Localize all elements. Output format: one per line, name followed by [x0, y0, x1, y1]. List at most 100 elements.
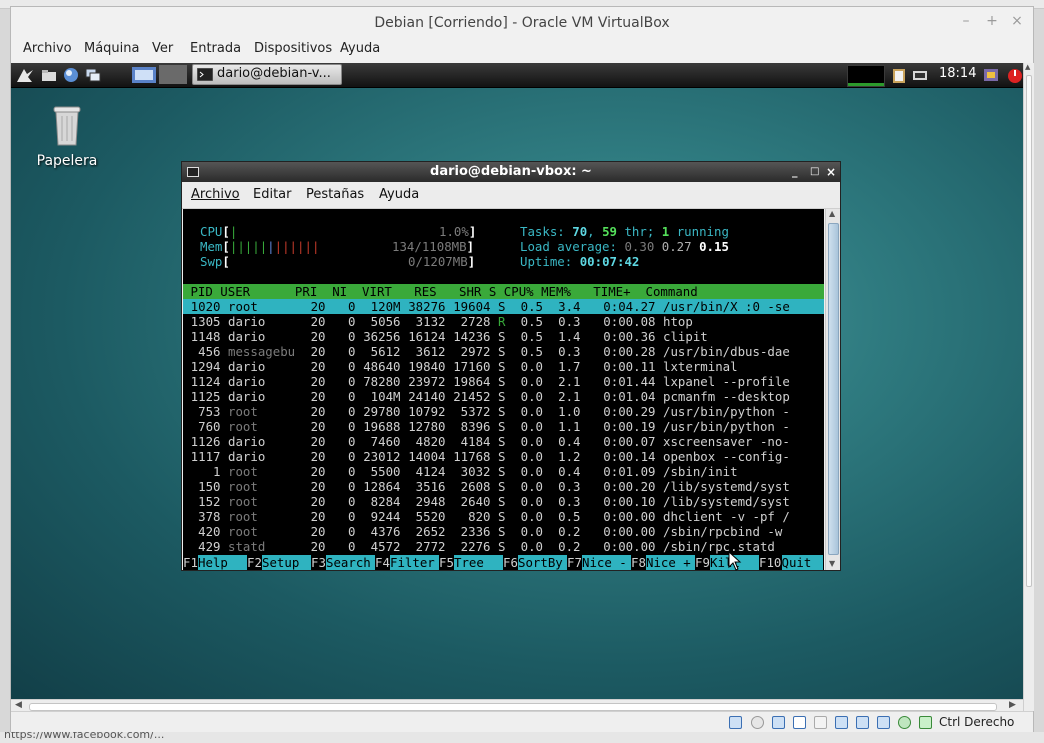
fkey-label-f4[interactable]: Filter: [390, 555, 439, 570]
mouse-integration-icon[interactable]: [919, 716, 932, 729]
terminal-window[interactable]: dario@debian-vbox: ~ _ □ × Archivo Edita…: [181, 161, 841, 571]
fkey-label-f2[interactable]: Setup: [262, 555, 311, 570]
process-row[interactable]: 1126 dario 20 0 7460 4820 4184 S 0.0 0.4 0:00.07 xs…: [183, 434, 824, 449]
process-row[interactable]: 760 root 20 0 19688 12780 8396 S 0.0 1.1 0:00.19/u…: [183, 419, 824, 434]
cell-pri: 20: [310, 539, 326, 554]
usb-status-icon[interactable]: [877, 716, 890, 729]
process-row[interactable]: 1125 dario 20 0 104M 24140 21452 S 0.0 2.1 0:01.04…: [183, 389, 824, 404]
htop-screen[interactable]: CPU[| 1.0%] Mem[|||||||||||| 134/1108MB]…: [183, 209, 824, 570]
menu-dispositivos[interactable]: Dispositivos: [254, 41, 332, 56]
video-capture-icon[interactable]: [856, 716, 869, 729]
process-row[interactable]: 1124 dario 20 0 78280 23972 19864 S 0.0 2.1 0:01.4…: [183, 374, 824, 389]
terminal-close-icon[interactable]: ×: [826, 162, 836, 182]
fkey-f7[interactable]: F7: [567, 555, 582, 570]
fkey-f10[interactable]: F10: [759, 555, 781, 570]
terminal-menu-archivo[interactable]: Archivo: [191, 187, 240, 202]
fkey-f1[interactable]: F1: [183, 555, 198, 570]
process-row[interactable]: 1020 root 20 0 120M 38276 19604 S 0.5 3.4 0:04.27 /…: [183, 299, 824, 314]
minimize-button[interactable]: –: [957, 13, 975, 29]
browser-icon[interactable]: [61, 66, 81, 84]
audio-status-icon[interactable]: [772, 716, 785, 729]
menu-maquina[interactable]: Máquina: [84, 41, 140, 56]
process-row[interactable]: 753 root 20 0 29780 10792 5372 S 0.0 1.0 0:00.29/u…: [183, 404, 824, 419]
process-row[interactable]: 150 root 20 0 12864 3516 2608 S 0.0 0.3 0:00.20/li…: [183, 479, 824, 494]
scroll-up-icon[interactable]: ▲: [829, 209, 835, 218]
cell-s: S: [498, 509, 506, 524]
terminal-scrollbar[interactable]: ▲ ▼: [825, 209, 840, 570]
process-row[interactable]: 1294 dario 20 0 48640 19840 17160 S 0.0 1.7 0:00.1…: [183, 359, 824, 374]
lock-screen-icon[interactable]: [981, 66, 1001, 84]
close-button[interactable]: ×: [1008, 13, 1026, 29]
vertical-scrollbar[interactable]: ▲: [1023, 63, 1034, 711]
fkey-label-f7[interactable]: Nice -: [582, 555, 631, 570]
terminal-menu-editar[interactable]: Editar: [253, 187, 292, 202]
fkey-f8[interactable]: F8: [631, 555, 646, 570]
task-button-terminal[interactable]: dario@debian-v...: [192, 64, 342, 85]
scroll-up-icon-outer[interactable]: ▲: [1025, 63, 1030, 71]
scroll-down-icon[interactable]: ▼: [829, 559, 835, 568]
guest-screen[interactable]: dario@debian-v... 18:14 Papelera dario@d…: [11, 63, 1023, 699]
process-row[interactable]: 420 root 20 0 4376 2652 2336 S 0.0 0.2 0:00.00/sbi…: [183, 524, 824, 539]
process-row[interactable]: 456 messagebu 20 0 5612 3612 2972 S 0.5 0.3 0:00.2…: [183, 344, 824, 359]
windows-icon[interactable]: [83, 66, 103, 84]
start-menu-icon[interactable]: [15, 66, 35, 84]
fkey-label-f5[interactable]: Tree: [454, 555, 503, 570]
process-row[interactable]: 378 root 20 0 9244 5520 820 S 0.0 0.5 0:00.00 dhcli…: [183, 509, 824, 524]
terminal-minimize-icon[interactable]: _: [792, 162, 798, 182]
shared-folders-icon[interactable]: [814, 716, 827, 729]
process-row[interactable]: 1117 dario 20 0 23012 14004 11768 S 0.0 1.2 0:00.1…: [183, 449, 824, 464]
fkey-f5[interactable]: F5: [439, 555, 454, 570]
process-row[interactable]: 1305 dario 20 0 5056 3132 2728 R 0.5 0.3 0:00.08 ht…: [183, 314, 824, 329]
fkey-label-f8[interactable]: Nice +: [646, 555, 695, 570]
process-row[interactable]: 1 root 20 0 5500 4124 3032 S 0.0 0.4 0:01.09/sbin/…: [183, 464, 824, 479]
process-row[interactable]: 1148 dario 20 0 36256 16124 14236 S 0.5 1.4 0:00.3…: [183, 329, 824, 344]
network-status-icon[interactable]: [793, 716, 806, 729]
terminal-menu-pestanas[interactable]: Pestañas: [306, 187, 364, 202]
display-status-icon[interactable]: [835, 716, 848, 729]
menu-archivo[interactable]: Archivo: [23, 41, 72, 56]
cell-user: statd: [228, 539, 266, 554]
fkey-f6[interactable]: F6: [503, 555, 518, 570]
power-icon[interactable]: [1005, 66, 1023, 84]
guest-additions-icon[interactable]: [898, 716, 911, 729]
cpu-monitor-applet: [847, 65, 885, 87]
maximize-button[interactable]: +: [983, 13, 1001, 29]
file-manager-icon[interactable]: [39, 66, 59, 84]
desktop-pager-second[interactable]: [159, 65, 187, 84]
cell-mem: 0.3: [558, 344, 581, 359]
menu-ayuda[interactable]: Ayuda: [340, 41, 380, 56]
clipboard-icon[interactable]: [889, 66, 909, 84]
panel-clock[interactable]: 18:14: [939, 66, 976, 81]
fkey-f4[interactable]: F4: [375, 555, 390, 570]
fkey-label-f1[interactable]: Help: [198, 555, 247, 570]
process-row[interactable]: 152 root 20 0 8284 2948 2640 S 0.0 0.3 0:00.10/lib…: [183, 494, 824, 509]
network-icon[interactable]: [911, 66, 931, 84]
hdd-status-icon[interactable]: [729, 716, 742, 729]
scroll-right-icon[interactable]: ▶: [1009, 700, 1016, 710]
host-key-label: Ctrl Derecho: [939, 715, 1015, 729]
fkey-f2[interactable]: F2: [247, 555, 262, 570]
optical-drive-icon[interactable]: [751, 716, 764, 729]
terminal-maximize-icon[interactable]: □: [810, 162, 819, 182]
process-table-header[interactable]: PID USER PRI NI VIRT RES SHR S CPU% MEM%…: [183, 284, 824, 299]
terminal-window-icon[interactable]: [187, 167, 199, 177]
desktop-pager-icon[interactable]: [131, 66, 157, 84]
terminal-titlebar[interactable]: dario@debian-vbox: ~ _ □ ×: [182, 162, 840, 182]
scroll-left-icon[interactable]: ◀: [15, 700, 22, 710]
cell-pri: 20: [310, 494, 326, 509]
fkey-label-f10[interactable]: Quit: [781, 555, 823, 570]
menu-entrada[interactable]: Entrada: [190, 41, 241, 56]
cell-virt: 7460: [370, 434, 401, 449]
cell-user: root: [228, 464, 258, 479]
fkey-f3[interactable]: F3: [311, 555, 326, 570]
terminal-scroll-thumb[interactable]: [828, 223, 839, 555]
menu-ver[interactable]: Ver: [152, 41, 173, 56]
horizontal-scroll-track[interactable]: [29, 703, 997, 711]
fkey-label-f3[interactable]: Search: [326, 555, 375, 570]
vertical-scroll-track[interactable]: [1026, 75, 1032, 587]
fkey-f9[interactable]: F9: [695, 555, 710, 570]
fkey-label-f6[interactable]: SortBy: [518, 555, 567, 570]
terminal-menu-ayuda[interactable]: Ayuda: [379, 187, 419, 202]
trash-desktop-icon[interactable]: Papelera: [31, 103, 103, 173]
cell-s: S: [498, 344, 506, 359]
